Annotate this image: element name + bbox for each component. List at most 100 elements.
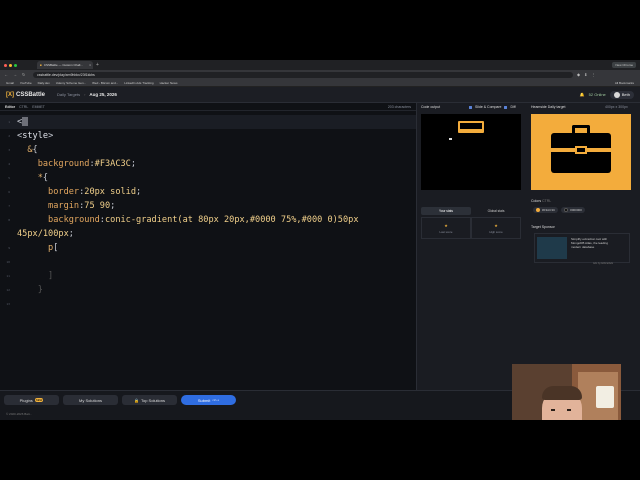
code-text: ] xyxy=(17,269,53,283)
code-token: > xyxy=(48,131,54,141)
top-solutions-button[interactable]: 🔒 Top Solutions xyxy=(122,395,177,405)
code-line[interactable]: 1 < xyxy=(0,115,416,129)
breadcrumb[interactable]: Daily Targets xyxy=(57,92,80,97)
sponsor-text: Simplify extraction tool with MongoDB At… xyxy=(571,237,609,249)
briefcase-handle xyxy=(572,125,590,133)
code-line[interactable]: 3 &{ xyxy=(0,143,416,157)
code-line[interactable]: 45px/100px; xyxy=(0,227,416,241)
code-line[interactable]: 13 xyxy=(0,297,416,311)
high-score-label: High score xyxy=(489,229,503,234)
code-token: #F3AC3C xyxy=(94,159,131,169)
sponsor-ad[interactable]: Simplify extraction tool with MongoDB At… xyxy=(534,233,630,265)
browser-tab[interactable]: ■ CSSBattle — Custom Chall... × xyxy=(37,61,93,69)
forward-icon[interactable]: → xyxy=(13,72,18,77)
tab-close-icon[interactable]: × xyxy=(89,63,91,67)
webcam-person-hair xyxy=(542,386,582,400)
maximize-window-icon[interactable] xyxy=(14,63,17,67)
logo[interactable]: [X] CSSBattle xyxy=(6,92,45,98)
color-swatches: #F3AC3C #000000 xyxy=(533,207,585,213)
slide-compare-checkbox[interactable] xyxy=(469,105,472,109)
target-title: Heamside Dally target xyxy=(531,105,566,109)
close-window-icon[interactable] xyxy=(4,63,7,67)
profile-button[interactable]: New Chrome xyxy=(612,62,636,68)
code-text: background:#F3AC3C; xyxy=(17,157,136,171)
briefcase-lock xyxy=(575,146,587,154)
download-icon[interactable]: ⬇ xyxy=(584,72,587,77)
code-line[interactable]: 11 ] xyxy=(0,269,416,283)
code-lines[interactable]: 1 <2 <style> 3 &{4 background:#F3AC3C; 5 *{6… xyxy=(0,111,416,311)
code-line[interactable]: 5 *{ xyxy=(0,171,416,185)
code-editor[interactable]: Editor CTRL EMMET 203 characters 1 <2 <sty… xyxy=(0,103,416,390)
code-line[interactable]: 4 background:#F3AC3C; xyxy=(0,157,416,171)
bookmark-item[interactable]: Udemy Scheme Gen... xyxy=(56,81,86,85)
submit-label: Submit xyxy=(197,397,211,403)
line-number: 13 xyxy=(6,302,10,306)
webcam-eye xyxy=(567,409,571,411)
bookmark-item[interactable]: YouTube xyxy=(20,81,32,85)
code-token: conic-gradient(at 80px 20px,#0000 75%,#0… xyxy=(104,215,359,225)
user-menu[interactable]: Beth xyxy=(609,90,634,99)
extension-icon[interactable]: ◆ xyxy=(577,72,580,77)
bookmark-item[interactable]: LinkedIn Ads Tracking xyxy=(124,81,153,85)
code-token: border xyxy=(48,187,80,197)
plugins-button[interactable]: Plugins NEW xyxy=(4,395,59,405)
code-line[interactable]: 10 xyxy=(0,255,416,269)
code-token: ; xyxy=(130,159,137,169)
url-input[interactable]: cssbattle.dev/play/xm9hbkx/23f1kkhs xyxy=(33,71,573,78)
top-solutions-label: Top Solutions xyxy=(140,397,165,403)
diff-checkbox[interactable] xyxy=(504,105,508,109)
menu-icon[interactable]: ⋮ xyxy=(591,72,595,77)
code-token: background xyxy=(37,159,90,169)
submit-button[interactable]: Submit ctrl+s xyxy=(181,395,236,405)
minimize-window-icon[interactable] xyxy=(9,63,12,67)
reload-icon[interactable]: ↻ xyxy=(22,72,27,77)
logo-text: CSSBattle xyxy=(16,91,46,98)
notification-icon[interactable]: 🔔 xyxy=(580,92,585,97)
code-output-preview[interactable] xyxy=(421,114,521,190)
code-text: *{ xyxy=(17,171,48,185)
bookmark-item[interactable]: Hacker News xyxy=(160,81,178,85)
breadcrumb-separator: › xyxy=(84,92,86,97)
code-token: 20px solid xyxy=(84,187,137,197)
app-header: [X] CSSBattle Daily Targets › Aug 25, 20… xyxy=(0,87,640,103)
code-token: { xyxy=(32,145,38,155)
code-line[interactable]: 6 border:20px solid; xyxy=(0,185,416,199)
bookmark-item[interactable]: Wed - Bitcoin and... xyxy=(92,81,118,85)
swatch-hex: #000000 xyxy=(570,208,582,212)
code-token: { xyxy=(42,173,49,183)
bookmark-item[interactable]: Gmail xyxy=(6,81,14,85)
my-solutions-button[interactable]: My Solutions xyxy=(63,395,118,405)
tab-title: CSSBattle — Custom Chall... xyxy=(43,63,83,67)
line-number: 12 xyxy=(6,288,10,292)
tab-global-stats[interactable]: Global stats xyxy=(471,207,521,215)
color-swatch[interactable]: #000000 xyxy=(561,207,585,213)
code-line[interactable]: 7 margin:75 90; xyxy=(0,199,416,213)
emmet-toggle[interactable]: EMMET xyxy=(32,105,45,109)
screen-content: ■ CSSBattle — Custom Chall... × + New Ch… xyxy=(0,60,640,420)
last-score-label: Last score xyxy=(439,229,453,234)
code-token: ; xyxy=(68,229,74,239)
browser-tab-bar: ■ CSSBattle — Custom Chall... × + New Ch… xyxy=(0,60,640,70)
tab-your-stats[interactable]: Your stats xyxy=(421,207,471,215)
code-text: margin:75 90; xyxy=(17,199,115,213)
bookmark-item[interactable]: Daily.dev xyxy=(38,81,50,85)
code-line[interactable]: 2 <style> xyxy=(0,129,416,143)
code-line[interactable]: 9 p[ xyxy=(0,241,416,255)
editor-shortcut: CTRL xyxy=(19,104,29,109)
code-line[interactable]: 12 } xyxy=(0,283,416,297)
output-shape xyxy=(458,121,484,133)
line-number: 11 xyxy=(6,274,10,278)
high-score: ★ High score xyxy=(471,217,521,239)
line-number: 9 xyxy=(8,246,10,250)
line-number: 6 xyxy=(8,190,10,194)
all-bookmarks[interactable]: All Bookmarks xyxy=(615,81,634,85)
submit-shortcut: ctrl+s xyxy=(212,398,220,402)
new-tab-icon[interactable]: + xyxy=(96,62,99,68)
output-header: Code output xyxy=(421,103,440,111)
code-line[interactable]: 8 background:conic-gradient(at 80px 20px… xyxy=(0,213,416,227)
page-title: Aug 25, 2026 xyxy=(89,92,117,97)
color-swatch[interactable]: #F3AC3C xyxy=(533,207,559,213)
star-icon: ★ xyxy=(494,222,498,228)
back-icon[interactable]: ← xyxy=(4,72,9,77)
